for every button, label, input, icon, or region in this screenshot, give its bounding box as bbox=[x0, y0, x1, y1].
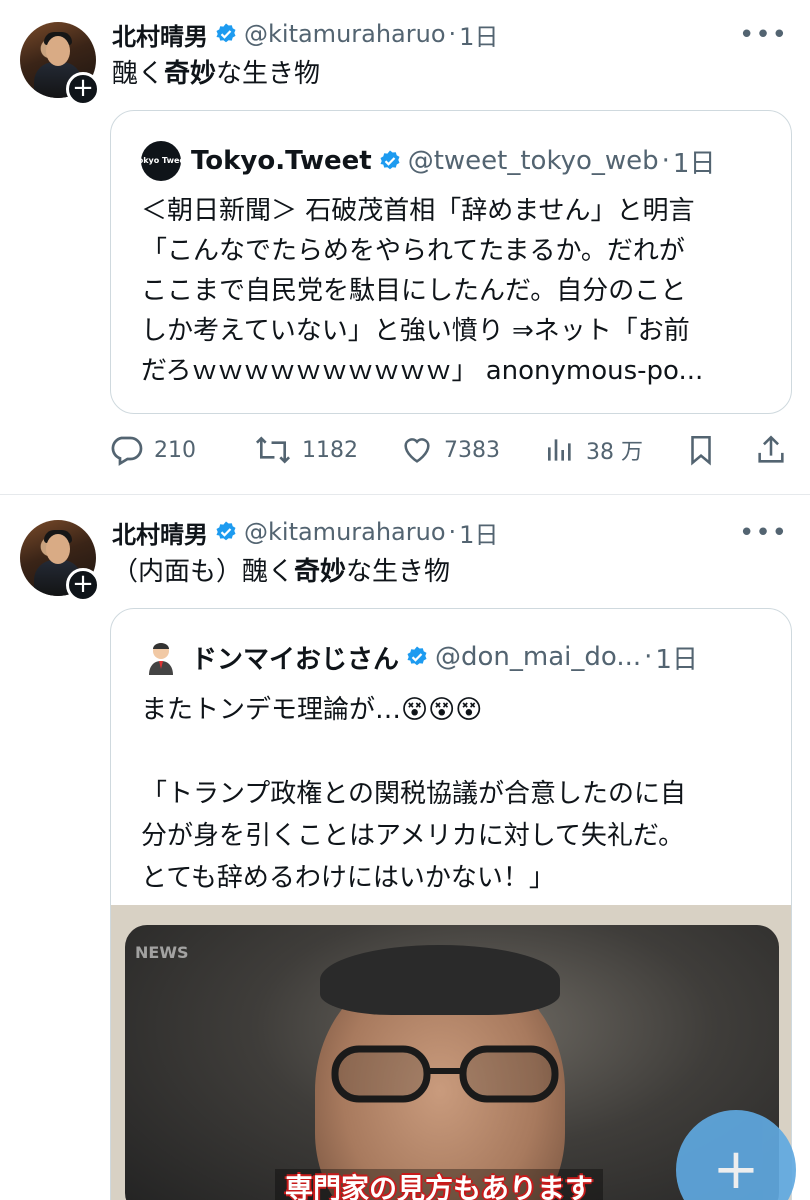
quoted-line: ＜朝日新聞＞ 石破茂首相「辞めません」と明言 bbox=[141, 196, 695, 226]
quoted-tweet-text: またトンデモ理論が…😵😵😵 「トランプ政権との関税協議が合意したのに自 分が身を… bbox=[141, 689, 686, 899]
verified-badge-icon bbox=[216, 23, 236, 43]
quoted-author-name: ドンマイおじさん bbox=[191, 644, 400, 675]
reply-icon bbox=[111, 436, 143, 466]
quoted-line: 「こんなでたらめをやられてたまるか。だれが bbox=[141, 236, 685, 266]
tweet-text: （内面も）醜く奇妙な生き物 bbox=[112, 557, 451, 587]
author-name[interactable]: 北村晴男 bbox=[112, 17, 208, 52]
video-caption: 専門家の見方もあります bbox=[275, 1169, 604, 1200]
tweet-2[interactable]: + 北村晴男 @kitamuraharuo · 1日 ••• （内面も）醜く奇妙… bbox=[0, 496, 810, 1200]
quoted-author-handle: @don_mai_do... bbox=[435, 642, 642, 672]
video-person-hair bbox=[320, 945, 560, 1015]
quoted-line: 「トランプ政権との関税協議が合意したのに自 bbox=[141, 779, 686, 809]
quoted-line: しか考えていない」と強い憤り ⇒ネット「お前 bbox=[141, 316, 690, 346]
repost-icon bbox=[255, 436, 291, 464]
verified-badge-icon bbox=[216, 521, 236, 541]
separator-dot: · bbox=[448, 20, 457, 48]
news-logo: NEWS bbox=[135, 943, 189, 962]
quoted-tweet[interactable]: Tokyo Tweet Tokyo.Tweet @tweet_tokyo_web… bbox=[110, 110, 792, 414]
quoted-tweet[interactable]: ドンマイおじさん @don_mai_do... · 1日 またトンデモ理論が…😵… bbox=[110, 608, 792, 1200]
views-button[interactable]: 38 万 bbox=[544, 426, 643, 474]
heart-icon bbox=[404, 438, 430, 463]
timestamp[interactable]: 1日 bbox=[459, 515, 498, 550]
bookmark-icon bbox=[691, 435, 711, 466]
repost-button[interactable]: 1182 bbox=[254, 426, 358, 474]
quoted-line: 分が身を引くことはアメリカに対して失礼だ。 bbox=[141, 821, 685, 851]
follow-plus-icon[interactable]: + bbox=[66, 72, 100, 106]
quoted-tweet-header: ドンマイおじさん @don_mai_do... · 1日 bbox=[141, 637, 698, 677]
separator-dot: · bbox=[644, 642, 653, 672]
separator-dot: · bbox=[448, 518, 457, 546]
more-options-icon[interactable]: ••• bbox=[739, 518, 788, 548]
author-handle[interactable]: @kitamuraharuo bbox=[244, 20, 446, 48]
author-name[interactable]: 北村晴男 bbox=[112, 515, 208, 550]
verified-badge-icon bbox=[380, 150, 400, 170]
quoted-line: またトンデモ理論が…😵😵😵 bbox=[141, 695, 483, 725]
views-chart-icon bbox=[548, 439, 571, 461]
more-options-icon[interactable]: ••• bbox=[739, 20, 788, 50]
quoted-timestamp: 1日 bbox=[672, 148, 716, 179]
quoted-timestamp: 1日 bbox=[655, 644, 698, 675]
like-button[interactable]: 7383 bbox=[400, 426, 500, 474]
tweet-1[interactable]: + 北村晴男 @kitamuraharuo · 1日 ••• 醜く奇妙な生き物 … bbox=[0, 0, 810, 495]
quoted-author-avatar: Tokyo Tweet bbox=[133, 141, 189, 181]
quoted-line: ここまで自民党を駄目にしたんだ。自分のこと bbox=[141, 276, 687, 306]
verified-badge-icon bbox=[407, 646, 427, 666]
quoted-line: とても辞めるわけにはいかない！」 bbox=[141, 863, 555, 893]
quoted-author-avatar bbox=[141, 637, 181, 677]
man-avatar-icon bbox=[149, 643, 173, 675]
repost-count: 1182 bbox=[302, 437, 358, 463]
quoted-tweet-header: Tokyo Tweet Tokyo.Tweet @tweet_tokyo_web… bbox=[133, 141, 716, 181]
bookmark-button[interactable] bbox=[684, 426, 728, 474]
tweet-header: 北村晴男 @kitamuraharuo · 1日 bbox=[112, 512, 498, 552]
view-count: 38 万 bbox=[586, 440, 643, 465]
quoted-author-name: Tokyo.Tweet bbox=[191, 146, 372, 176]
reply-count: 210 bbox=[154, 437, 196, 463]
tweet-text: 醜く奇妙な生き物 bbox=[112, 59, 321, 89]
reply-button[interactable]: 210 bbox=[108, 426, 196, 474]
author-handle[interactable]: @kitamuraharuo bbox=[244, 518, 446, 546]
follow-plus-icon[interactable]: + bbox=[66, 568, 100, 602]
tweet-actions: 210 1182 7383 38 万 bbox=[108, 426, 798, 474]
quoted-author-handle: @tweet_tokyo_web bbox=[407, 146, 659, 176]
like-count: 7383 bbox=[444, 437, 500, 463]
quoted-line: だろｗｗｗｗｗｗｗｗｗｗ」 anonymous-po... bbox=[141, 356, 704, 386]
tweet-header: 北村晴男 @kitamuraharuo · 1日 bbox=[112, 14, 498, 54]
glasses-shape bbox=[331, 1045, 559, 1103]
quoted-line bbox=[141, 731, 686, 773]
quoted-tweet-text: ＜朝日新聞＞ 石破茂首相「辞めません」と明言 「こんなでたらめをやられてたまるか… bbox=[141, 191, 703, 391]
share-icon bbox=[758, 435, 784, 463]
separator-dot: · bbox=[661, 146, 670, 176]
timestamp[interactable]: 1日 bbox=[459, 17, 498, 52]
share-button[interactable] bbox=[754, 426, 798, 474]
